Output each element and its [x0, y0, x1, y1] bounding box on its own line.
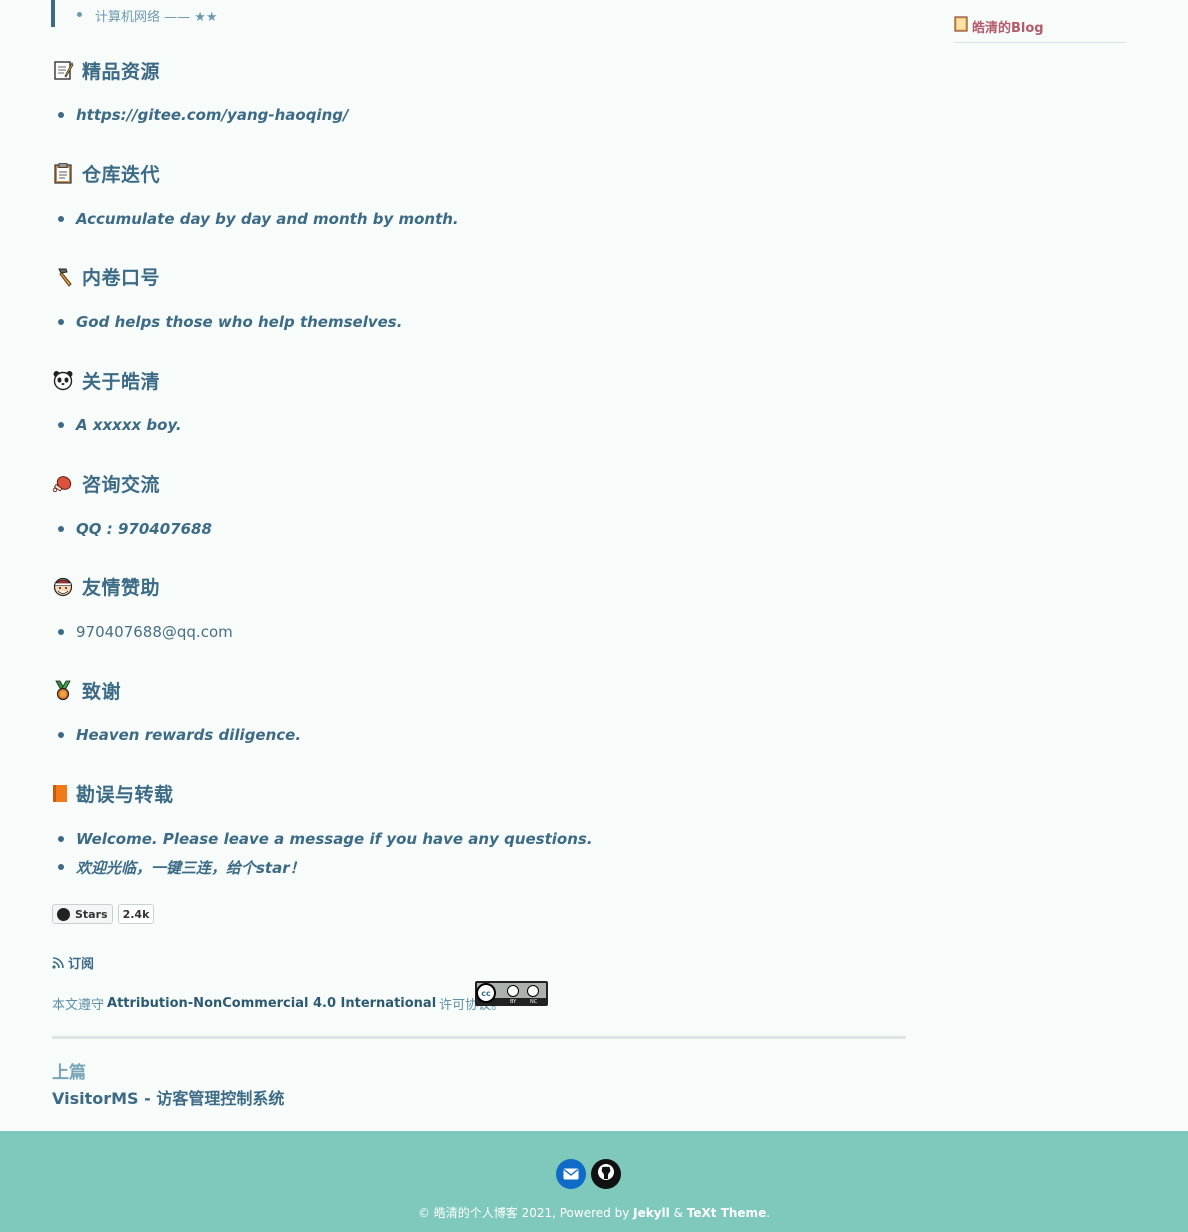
blockquote-bar — [51, 0, 55, 27]
cc-license-badge[interactable]: cc BY NC — [475, 981, 548, 1006]
list-item[interactable]: 970407688@qq.com — [58, 621, 233, 643]
nc-icon — [527, 985, 539, 997]
list-item-text: A xxxxx boy. — [76, 416, 182, 434]
prev-post-label[interactable]: 上篇 — [52, 1058, 86, 1083]
github-button[interactable] — [591, 1159, 621, 1189]
copyright-amp: & — [673, 1206, 683, 1220]
prev-post-link[interactable]: VisitorMS - 访客管理控制系统 — [52, 1085, 284, 1109]
stars-count[interactable]: 2.4k — [117, 904, 155, 924]
list-item: 欢迎光临，一键三连，给个star！ — [58, 856, 305, 878]
section-title: 致谢 — [82, 680, 122, 703]
list-item-text: Welcome. Please leave a message if you h… — [76, 830, 593, 848]
list-item[interactable]: https://gitee.com/yang-haoqing/ — [58, 104, 348, 126]
list-item: God helps those who help themselves. — [58, 311, 402, 333]
rss-label: 订阅 — [68, 957, 95, 972]
github-icon — [597, 1163, 615, 1185]
list-item: A xxxxx boy. — [58, 414, 182, 436]
list-item: Welcome. Please leave a message if you h… — [58, 828, 593, 850]
list-item-text: Heaven rewards diligence. — [76, 726, 302, 744]
jekyll-link[interactable]: Jekyll — [633, 1206, 670, 1220]
section-title: 内卷口号 — [82, 266, 161, 289]
envelope-icon — [563, 1165, 579, 1184]
github-stars-badge[interactable]: Stars 2.4k — [52, 904, 155, 924]
divider — [52, 1036, 906, 1039]
email-link[interactable]: 970407688@qq.com — [76, 623, 233, 641]
section-title: 关于皓清 — [82, 370, 161, 393]
theme-link[interactable]: TeXt Theme — [687, 1206, 766, 1220]
copyright-prefix: © 皓清的个人博客 2021, Powered by — [417, 1206, 630, 1220]
github-stars-button[interactable]: Stars — [52, 904, 113, 924]
list-item: Heaven rewards diligence. — [58, 724, 301, 746]
list-item-text: Accumulate day by day and month by month… — [76, 210, 459, 228]
list-item-text: God helps those who help themselves. — [76, 313, 403, 331]
by-icon — [507, 985, 519, 997]
section-heading-repo: 仓库迭代 — [52, 159, 160, 187]
blockquote-text: 计算机网络 —— ★★ — [95, 10, 218, 25]
section-heading-thanks: 致谢 — [52, 676, 121, 704]
section-title: 勘误与转载 — [76, 783, 174, 806]
license-notice: 本文遵守 Attribution-NonCommercial 4.0 Inter… — [52, 994, 504, 1013]
footer: © 皓清的个人博客 2021, Powered by Jekyll & TeXt… — [0, 1131, 1188, 1232]
stars-count-text: 2.4k — [122, 907, 150, 921]
section-heading-resources: 精品资源 — [52, 56, 160, 84]
blockquote-item: 计算机网络 —— ★★ — [77, 6, 218, 25]
section-heading-errata: 勘误与转载 — [52, 779, 174, 807]
list-item: QQ : 970407688 — [58, 518, 212, 540]
memo-icon — [52, 59, 74, 81]
section-title: 精品资源 — [82, 60, 161, 83]
sidebar-title-link[interactable]: 皓清的Blog — [972, 17, 1044, 36]
rss-icon — [52, 956, 64, 969]
section-heading-sponsor: 友情赞助 — [52, 572, 160, 600]
section-title: 仓库迭代 — [82, 163, 161, 186]
github-icon — [57, 907, 70, 921]
sidebar-toc: 皓清的Blog — [954, 16, 1126, 43]
cc-logo-icon: cc — [476, 983, 496, 1003]
license-prefix: 本文遵守 — [52, 998, 105, 1013]
meat-icon — [52, 472, 74, 494]
section-heading-contact: 咨询交流 — [52, 469, 160, 497]
rss-link[interactable]: 订阅 — [52, 953, 94, 972]
list-item-text: 欢迎光临，一键三连，给个star！ — [76, 858, 305, 877]
copyright-period: . — [766, 1206, 771, 1220]
license-link[interactable]: Attribution-NonCommercial 4.0 Internatio… — [107, 996, 436, 1011]
hammer-icon — [52, 265, 74, 287]
clipboard-icon — [52, 162, 74, 184]
section-title: 咨询交流 — [82, 473, 161, 496]
section-title: 友情赞助 — [82, 576, 161, 599]
panda-icon — [52, 369, 74, 391]
resource-link[interactable]: https://gitee.com/yang-haoqing/ — [76, 106, 348, 124]
book-icon — [954, 16, 968, 36]
list-item-text: QQ : 970407688 — [76, 520, 212, 538]
santa-icon — [52, 575, 74, 597]
copyright-text: © 皓清的个人博客 2021, Powered by Jekyll & TeXt… — [0, 1204, 1188, 1221]
cc-nc-label: NC — [530, 999, 538, 1005]
list-item: Accumulate day by day and month by month… — [58, 208, 459, 230]
social-links — [556, 1159, 621, 1189]
cc-by-label: BY — [510, 999, 517, 1005]
section-heading-about: 关于皓清 — [52, 366, 160, 394]
section-heading-slogan: 内卷口号 — [52, 262, 160, 290]
book-icon — [52, 782, 68, 804]
stars-label: Stars — [75, 907, 108, 921]
email-button[interactable] — [556, 1159, 586, 1189]
medal-icon — [52, 679, 74, 701]
